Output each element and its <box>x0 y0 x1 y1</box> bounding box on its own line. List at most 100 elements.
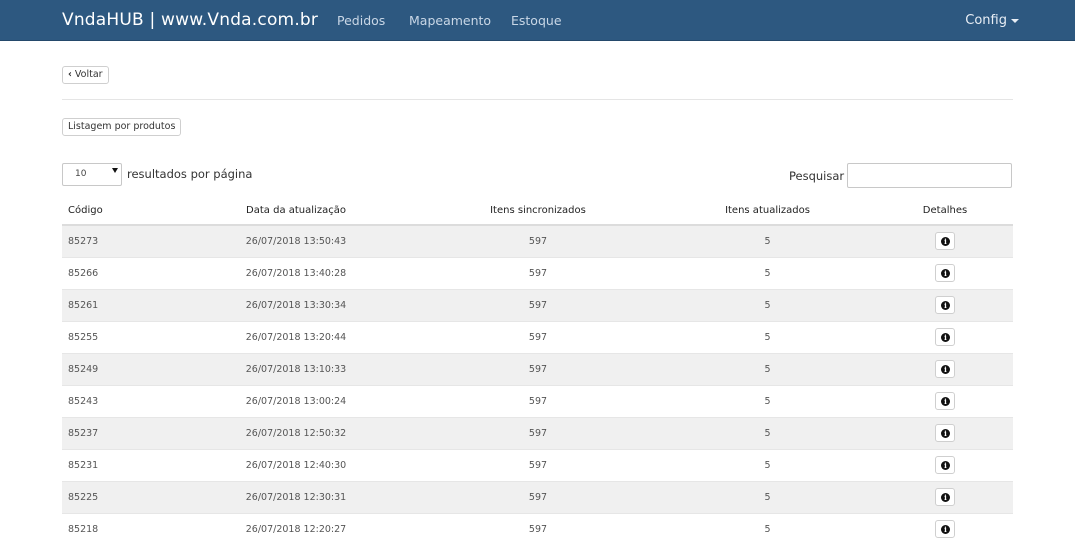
table-row: 85261 26/07/2018 13:30:34 597 5 i <box>62 288 1013 321</box>
cell-codigo: 85273 <box>62 224 174 257</box>
cell-data: 26/07/2018 13:10:33 <box>174 352 418 385</box>
cell-atualizados: 5 <box>658 448 877 481</box>
cell-atualizados: 5 <box>658 512 877 541</box>
details-button[interactable]: i <box>935 520 955 539</box>
info-icon: i <box>941 525 950 535</box>
cell-sincronizados: 597 <box>418 384 658 417</box>
cell-codigo: 85225 <box>62 480 174 513</box>
sync-table: Código Data da atualização Itens sincron… <box>62 197 1013 541</box>
cell-detalhes: i <box>877 416 1013 449</box>
config-dropdown[interactable]: Config <box>965 12 1019 29</box>
cell-sincronizados: 597 <box>418 288 658 321</box>
cell-atualizados: 5 <box>658 256 877 289</box>
info-icon: i <box>941 461 950 470</box>
details-button[interactable]: i <box>935 392 955 410</box>
table-row: 85243 26/07/2018 13:00:24 597 5 i <box>62 384 1013 417</box>
cell-codigo: 85237 <box>62 416 174 449</box>
cell-codigo: 85218 <box>62 512 174 541</box>
cell-detalhes: i <box>877 288 1013 321</box>
column-header-data[interactable]: Data da atualização <box>174 197 418 226</box>
cell-detalhes: i <box>877 320 1013 353</box>
cell-sincronizados: 597 <box>418 512 658 541</box>
cell-atualizados: 5 <box>658 384 877 417</box>
info-icon: i <box>941 397 950 406</box>
details-button[interactable]: i <box>935 296 955 314</box>
cell-sincronizados: 597 <box>418 480 658 513</box>
page-size-label: resultados por página <box>127 167 253 181</box>
select-arrow-icon <box>112 168 118 173</box>
info-icon: i <box>941 237 950 247</box>
info-icon: i <box>941 365 950 374</box>
cell-data: 26/07/2018 13:50:43 <box>174 224 418 257</box>
details-button[interactable]: i <box>935 264 955 282</box>
details-button[interactable]: i <box>935 488 955 506</box>
table-row: 85273 26/07/2018 13:50:43 597 5 i <box>62 224 1013 257</box>
details-button[interactable]: i <box>935 424 955 442</box>
cell-detalhes: i <box>877 448 1013 481</box>
navbar: VndaHUB | www.Vnda.com.br Pedidos Mapeam… <box>0 0 1075 41</box>
table-row: 85237 26/07/2018 12:50:32 597 5 i <box>62 416 1013 449</box>
table-row: 85225 26/07/2018 12:30:31 597 5 i <box>62 480 1013 513</box>
cell-codigo: 85266 <box>62 256 174 289</box>
cell-data: 26/07/2018 12:50:32 <box>174 416 418 449</box>
brand-title[interactable]: VndaHUB | www.Vnda.com.br <box>62 9 318 31</box>
table-row: 85231 26/07/2018 12:40:30 597 5 i <box>62 448 1013 481</box>
nav-pedidos[interactable]: Pedidos <box>337 12 385 29</box>
table-row: 85255 26/07/2018 13:20:44 597 5 i <box>62 320 1013 353</box>
config-label: Config <box>965 13 1007 28</box>
chevron-left-icon: ‹ <box>68 69 72 80</box>
cell-detalhes: i <box>877 224 1013 257</box>
cell-atualizados: 5 <box>658 416 877 449</box>
caret-down-icon <box>1011 18 1019 23</box>
column-header-atualizados[interactable]: Itens atualizados <box>658 197 877 226</box>
cell-sincronizados: 597 <box>418 320 658 353</box>
cell-atualizados: 5 <box>658 352 877 385</box>
cell-data: 26/07/2018 13:20:44 <box>174 320 418 353</box>
cell-detalhes: i <box>877 480 1013 513</box>
search-input[interactable] <box>847 163 1012 188</box>
cell-atualizados: 5 <box>658 480 877 513</box>
table-row: 85218 26/07/2018 12:20:27 597 5 i <box>62 512 1013 541</box>
divider <box>62 99 1013 100</box>
cell-sincronizados: 597 <box>418 256 658 289</box>
list-by-products-button[interactable]: Listagem por produtos <box>62 118 182 136</box>
cell-data: 26/07/2018 13:00:24 <box>174 384 418 417</box>
cell-codigo: 85231 <box>62 448 174 481</box>
table-row: 85249 26/07/2018 13:10:33 597 5 i <box>62 352 1013 385</box>
cell-atualizados: 5 <box>658 224 877 257</box>
cell-data: 26/07/2018 12:30:31 <box>174 480 418 513</box>
details-button[interactable]: i <box>935 328 955 346</box>
column-header-codigo[interactable]: Código <box>62 197 174 226</box>
cell-atualizados: 5 <box>658 320 877 353</box>
cell-data: 26/07/2018 12:40:30 <box>174 448 418 481</box>
cell-data: 26/07/2018 12:20:27 <box>174 512 418 541</box>
info-icon: i <box>941 493 950 502</box>
cell-data: 26/07/2018 13:40:28 <box>174 256 418 289</box>
cell-detalhes: i <box>877 384 1013 417</box>
cell-codigo: 85261 <box>62 288 174 321</box>
nav-estoque[interactable]: Estoque <box>511 12 562 29</box>
table-body: 85273 26/07/2018 13:50:43 597 5 i 85266 26/07/… <box>62 224 1013 541</box>
table-row: 85266 26/07/2018 13:40:28 597 5 i <box>62 256 1013 289</box>
info-icon: i <box>941 301 950 310</box>
info-icon: i <box>941 269 950 278</box>
back-button[interactable]: ‹ Voltar <box>62 66 109 84</box>
cell-sincronizados: 597 <box>418 448 658 481</box>
info-icon: i <box>941 333 950 342</box>
cell-detalhes: i <box>877 352 1013 385</box>
nav-mapeamento[interactable]: Mapeamento <box>409 12 491 29</box>
cell-detalhes: i <box>877 512 1013 541</box>
column-header-detalhes[interactable]: Detalhes <box>877 197 1013 226</box>
cell-detalhes: i <box>877 256 1013 289</box>
search-label: Pesquisar <box>789 169 845 183</box>
cell-data: 26/07/2018 13:30:34 <box>174 288 418 321</box>
cell-sincronizados: 597 <box>418 352 658 385</box>
page-size-select[interactable]: 10 <box>62 163 122 186</box>
cell-codigo: 85249 <box>62 352 174 385</box>
column-header-sincronizados[interactable]: Itens sincronizados <box>418 197 658 226</box>
info-icon: i <box>941 429 950 438</box>
table-header-row: Código Data da atualização Itens sincron… <box>62 197 1013 226</box>
details-button[interactable]: i <box>935 456 955 474</box>
details-button[interactable]: i <box>935 232 955 251</box>
details-button[interactable]: i <box>935 360 955 378</box>
